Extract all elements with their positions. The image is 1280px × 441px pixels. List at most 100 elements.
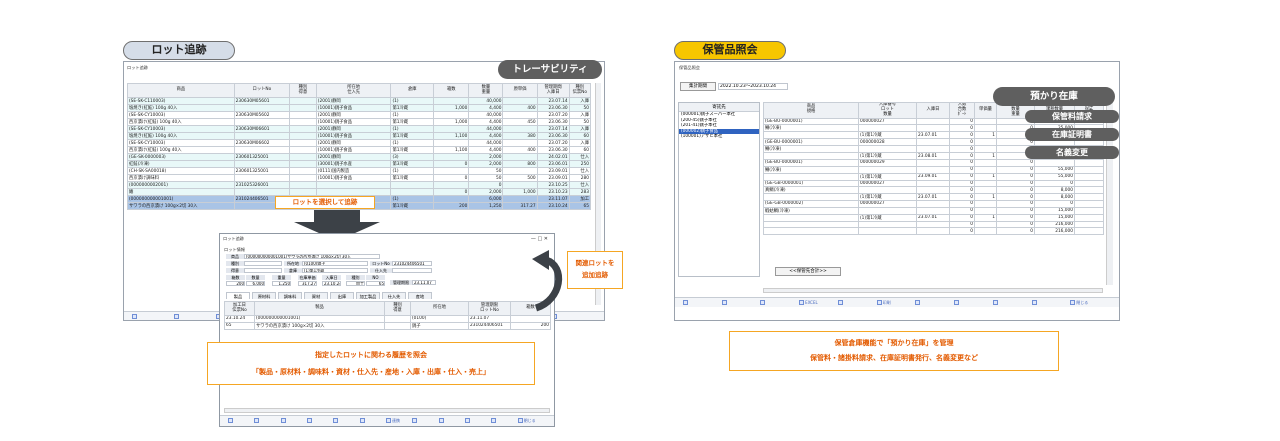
product-field[interactable]: (000000000001001)サワラの西京漬け 100g×2切 30入 (244, 254, 380, 259)
lot-table[interactable]: 商品 ロットNo 種別 得意 所在地 仕入先 倉庫 箱数 数量 重量 原単価 管理期間 入庫日種… (127, 83, 592, 210)
history-row[interactable]: 23.10.24 (000000000001001) (0100) 23.11.07 (224, 315, 551, 323)
window-controls[interactable]: — □ ✕ (531, 237, 548, 242)
table-row[interactable]: (CH-SK-SA00018) 230601325001 (0111)国内製造 (1)… (127, 167, 592, 175)
column-header[interactable]: 入庫番号 ロット 数量 (858, 102, 917, 119)
history-tab[interactable]: 仕入先 (382, 292, 406, 299)
column-header[interactable]: 原単価 (502, 83, 538, 98)
table-row[interactable]: 西京漬け(紅鮭) 100g 40入 (10001)銚子食品 第1冷蔵 1,100 4,4… (127, 146, 592, 154)
column-header[interactable]: 数量 重量 (468, 83, 504, 98)
function-key[interactable]: EXCEL (799, 300, 818, 305)
column-header[interactable]: 箱数 (433, 83, 470, 98)
table-row[interactable]: (1)第1冷蔵 23.07.01 0 1 0 8,000 (763, 193, 1104, 202)
period-button[interactable]: 集計期間 (680, 82, 716, 91)
history-tab[interactable]: 調味料 (278, 292, 302, 299)
function-key[interactable]: 印刷 (876, 300, 891, 306)
table-row[interactable]: 0 0 216,000 (763, 227, 1104, 235)
supplier-field[interactable] (392, 268, 432, 273)
function-key[interactable] (412, 418, 418, 423)
function-key[interactable] (721, 300, 728, 305)
history-tab[interactable]: 出庫 (330, 292, 354, 299)
history-tab[interactable]: 産地 (408, 292, 432, 299)
function-key[interactable]: 連携 (386, 418, 400, 424)
function-key[interactable] (438, 418, 445, 423)
column-header[interactable]: 製品 (254, 301, 385, 316)
table-row[interactable]: (0000000002001) 231025326001 0 23.10.25 仕入 (127, 181, 592, 189)
history-tab[interactable]: 原材料 (252, 292, 276, 299)
column-header[interactable]: 単価量 (974, 102, 997, 119)
function-key[interactable] (915, 300, 921, 305)
location-field[interactable]: (0100)銚子 (302, 261, 368, 266)
table-row[interactable]: (GE-GB-0000002) 000000027 0 0 0 (763, 200, 1104, 208)
table-row[interactable]: (GE-BU-0000001) 000000029 0 0 (763, 159, 1104, 167)
history-row[interactable]: 65 サワラの西京漬け 100g×2切 30入 銚子 231024406501 200 (224, 321, 551, 330)
owner-list-item[interactable]: (100001)アサヒ本社 (679, 134, 759, 140)
function-key[interactable] (254, 418, 260, 423)
function-key[interactable] (491, 418, 497, 423)
function-key[interactable] (1031, 300, 1038, 305)
table-row[interactable]: (1)第1冷蔵 23.09.01 0 1 0 55,000 (763, 172, 1104, 181)
table-row[interactable]: (SE-SK-CY10003) 230630M05602 (2001)静岡 (1) 40… (127, 111, 592, 119)
table-row[interactable]: 塩焼き(紅鮭) 100g 40入 (10001)銚子食品 第1冷蔵 1,000 4,40… (127, 104, 592, 112)
history-table[interactable]: 加工日 伝票No 製品 種別 得意 所在地 管理期限 ロットNo 箱数 23.10.24(… (224, 301, 551, 330)
table-cell (289, 118, 317, 126)
history-tab[interactable]: 製品 (226, 292, 250, 299)
function-key[interactable] (760, 300, 766, 305)
column-header[interactable]: 管理期間 入庫日 (536, 83, 570, 98)
function-key[interactable] (992, 300, 999, 305)
column-header[interactable]: 商品 規格 (763, 102, 859, 119)
history-tab[interactable]: 資材 (304, 292, 328, 299)
function-key[interactable] (359, 418, 366, 423)
function-key[interactable] (280, 418, 287, 423)
function-key[interactable] (837, 300, 844, 305)
table-row[interactable]: (SE-SK-CY10003) 230630M06602 (2001)静岡 (1) 44… (127, 139, 592, 147)
table-row[interactable]: 鯖(冷凍) 0 0 55,000 (763, 165, 1104, 174)
table-row[interactable]: 紅鮭(冷凍) (30001)銚子水産 第3冷蔵 0 2,000 800 23.06.01 25… (127, 160, 592, 168)
table-row[interactable]: (GE-GB-0000001) 000000027 0 0 0 (763, 179, 1104, 188)
column-header[interactable]: ロットNo (233, 83, 291, 98)
column-header[interactable]: 所在地 仕入先 (315, 83, 392, 98)
table-row[interactable]: 0 0 216,000 (763, 220, 1104, 229)
function-key[interactable] (307, 418, 313, 423)
function-key[interactable]: 閉じる (1070, 300, 1088, 306)
horizontal-scrollbar[interactable] (763, 288, 1103, 293)
table-row[interactable]: (SE-SK-C110003) 230630M05601 (2001)静岡 (1) 40… (127, 97, 592, 105)
column-header[interactable]: 加工日 伝票No (224, 301, 255, 316)
table-row[interactable]: 塩焼き(紅鮭) 100g 40入 (10001)銚子食品 第1冷蔵 1,100 4,40… (127, 132, 592, 140)
table-cell: 0 (949, 220, 975, 229)
table-row[interactable]: (SE-SK-CY10003) 230630M06601 (2001)静岡 (1) 44… (127, 125, 592, 133)
function-key[interactable] (333, 418, 339, 423)
column-header[interactable]: 種別 得意 (289, 83, 317, 98)
warehouse-field[interactable]: (1)第1冷蔵 (302, 268, 368, 273)
column-header[interactable]: 倉庫 (390, 83, 435, 98)
summary-button[interactable]: <<保管先合計>> (775, 267, 841, 276)
function-key[interactable]: 閉じる (517, 418, 536, 424)
function-key[interactable] (174, 314, 180, 319)
function-key[interactable] (954, 300, 960, 305)
column-header[interactable]: 管理期限 ロットNo (468, 301, 511, 316)
function-key[interactable] (132, 314, 138, 319)
column-header[interactable]: 入数 合数 ﾎﾞｰﾄ (949, 102, 975, 119)
table-row[interactable]: 真鯛(冷凍) 0 0 8,000 (763, 186, 1104, 195)
kind-field[interactable] (244, 261, 282, 266)
customer-field[interactable] (244, 268, 282, 273)
table-row[interactable]: (GE-SK-0000003) 230601325001 (2001)静岡 (3) 2,… (127, 153, 592, 161)
period-field[interactable]: 2022.10.23〜2023.10.24 (718, 83, 788, 90)
table-cell (502, 181, 538, 189)
table-row[interactable]: (1)第1冷蔵 23.07.01 0 1 0 15,000 (763, 213, 1104, 222)
table-row[interactable]: 西京漬け調味料 (10001)銚子食品 第1冷蔵 0 50 500 23.09.01 280 (127, 174, 592, 182)
manage-limit-field[interactable]: 23.11.07 (412, 280, 436, 285)
table-row[interactable]: 蝦蛄鯛(冷凍) 0 0 15,000 (763, 206, 1104, 215)
horizontal-scrollbar[interactable] (224, 408, 550, 413)
column-header[interactable]: 種別 伝票No (568, 83, 592, 98)
column-header[interactable]: 入庫日 (916, 102, 950, 119)
column-header[interactable]: 所在地 (410, 301, 469, 316)
history-tab[interactable]: 加工製品 (356, 292, 380, 299)
column-header[interactable]: 商品 (127, 83, 235, 98)
lot-no-field[interactable]: 231024406501 (392, 261, 432, 266)
function-key[interactable] (228, 418, 234, 423)
table-row[interactable]: 西京漬け(紅鮭) 100g 40入 (10001)銚子食品 第1冷蔵 1,000 4,4… (127, 118, 592, 126)
function-key[interactable] (683, 300, 689, 305)
table-row[interactable]: 鰆 0 2,000 1,000 23.10.23 283 (127, 188, 592, 196)
function-key[interactable] (465, 418, 471, 423)
column-header[interactable]: 種別 得意 (384, 301, 411, 316)
